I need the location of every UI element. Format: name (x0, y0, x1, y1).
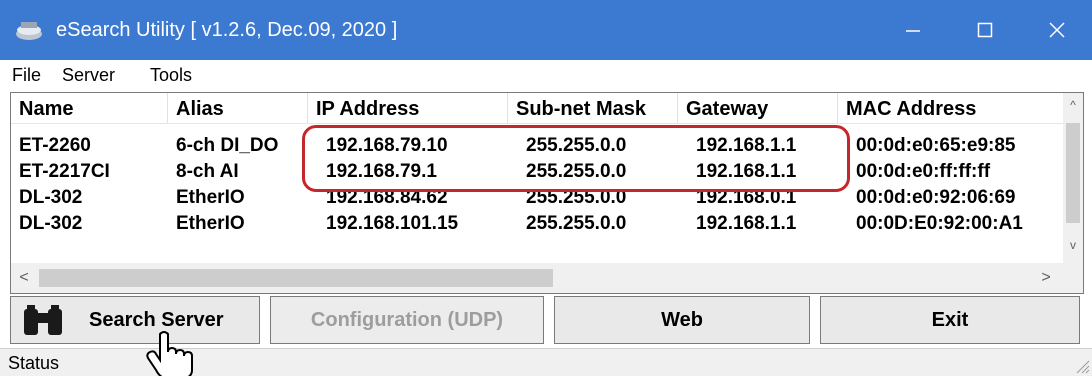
binoculars-icon (24, 305, 62, 335)
menu-tools[interactable]: Tools (150, 60, 192, 90)
web-button[interactable]: Web (554, 296, 810, 344)
server-list[interactable]: Name Alias IP Address Sub-net Mask Gatew… (10, 92, 1084, 294)
cell-name: DL-302 (19, 213, 83, 234)
cell-subnet: 255.255.0.0 (526, 161, 627, 182)
cell-mac: 00:0d:e0:92:06:69 (856, 187, 1016, 208)
search-server-button[interactable]: Search Server (10, 296, 260, 344)
cell-mac: 00:0d:e0:65:e9:85 (856, 135, 1016, 156)
minimize-icon (906, 30, 920, 32)
exit-button[interactable]: Exit (820, 296, 1080, 344)
menu-bar: File Server Tools (0, 60, 1092, 90)
column-header-subnet[interactable]: Sub-net Mask (508, 93, 678, 123)
column-header-name[interactable]: Name (11, 93, 168, 123)
window-title: eSearch Utility [ v1.2.6, Dec.09, 2020 ] (56, 19, 398, 41)
app-icon (16, 22, 42, 40)
vertical-scroll-thumb[interactable] (1066, 123, 1080, 223)
menu-file[interactable]: File (12, 60, 41, 90)
cell-name: ET-2260 (19, 135, 91, 156)
cell-ip: 192.168.79.1 (326, 161, 437, 182)
cell-subnet: 255.255.0.0 (526, 213, 627, 234)
column-header-alias[interactable]: Alias (168, 93, 308, 123)
cell-name: ET-2217CI (19, 161, 110, 182)
cell-ip: 192.168.101.15 (326, 213, 459, 234)
table-row[interactable]: DL-302 EtherIO 192.168.84.62 255.255.0.0… (11, 185, 1065, 210)
cell-gateway: 192.168.1.1 (696, 161, 797, 182)
close-button[interactable] (1028, 0, 1086, 60)
cell-name: DL-302 (19, 187, 83, 208)
scroll-left-arrow-icon[interactable]: < (11, 263, 37, 293)
cell-ip: 192.168.79.10 (326, 135, 448, 156)
vertical-scrollbar[interactable]: ^ v (1063, 93, 1083, 263)
cell-alias: 8-ch AI (176, 161, 239, 182)
table-row[interactable]: DL-302 EtherIO 192.168.101.15 255.255.0.… (11, 211, 1065, 236)
cell-alias: EtherIO (176, 187, 245, 208)
column-header-ip[interactable]: IP Address (308, 93, 508, 123)
scroll-up-arrow-icon[interactable]: ^ (1063, 95, 1083, 115)
cell-alias: EtherIO (176, 213, 245, 234)
scroll-down-arrow-icon[interactable]: v (1063, 235, 1083, 255)
column-header-gateway[interactable]: Gateway (678, 93, 838, 123)
menu-server[interactable]: Server (62, 60, 115, 90)
configuration-udp-button[interactable]: Configuration (UDP) (270, 296, 544, 344)
maximize-icon (977, 22, 993, 38)
cell-subnet: 255.255.0.0 (526, 187, 627, 208)
cell-gateway: 192.168.0.1 (696, 187, 797, 208)
cell-gateway: 192.168.1.1 (696, 135, 797, 156)
hand-cursor-icon (146, 331, 193, 376)
cell-subnet: 255.255.0.0 (526, 135, 627, 156)
table-row[interactable]: ET-2260 6-ch DI_DO 192.168.79.10 255.255… (11, 133, 1065, 158)
cell-mac: 00:0d:e0:ff:ff:ff (856, 161, 991, 182)
cell-ip: 192.168.84.62 (326, 187, 448, 208)
scroll-right-arrow-icon[interactable]: > (1033, 263, 1059, 293)
maximize-button[interactable] (956, 0, 1014, 60)
horizontal-scrollbar[interactable]: < > (11, 263, 1083, 293)
table-row[interactable]: ET-2217CI 8-ch AI 192.168.79.1 255.255.0… (11, 159, 1065, 184)
horizontal-scroll-thumb[interactable] (39, 269, 553, 287)
resize-grip-icon[interactable] (1072, 356, 1090, 374)
title-bar: eSearch Utility [ v1.2.6, Dec.09, 2020 ] (0, 0, 1092, 60)
cell-gateway: 192.168.1.1 (696, 213, 797, 234)
column-header-mac[interactable]: MAC Address (838, 93, 1065, 123)
cell-alias: 6-ch DI_DO (176, 135, 279, 156)
cell-mac: 00:0D:E0:92:00:A1 (856, 213, 1023, 234)
status-text: Status (8, 353, 60, 373)
minimize-button[interactable] (884, 0, 942, 60)
close-icon (1049, 22, 1065, 38)
list-header: Name Alias IP Address Sub-net Mask Gatew… (11, 93, 1065, 124)
